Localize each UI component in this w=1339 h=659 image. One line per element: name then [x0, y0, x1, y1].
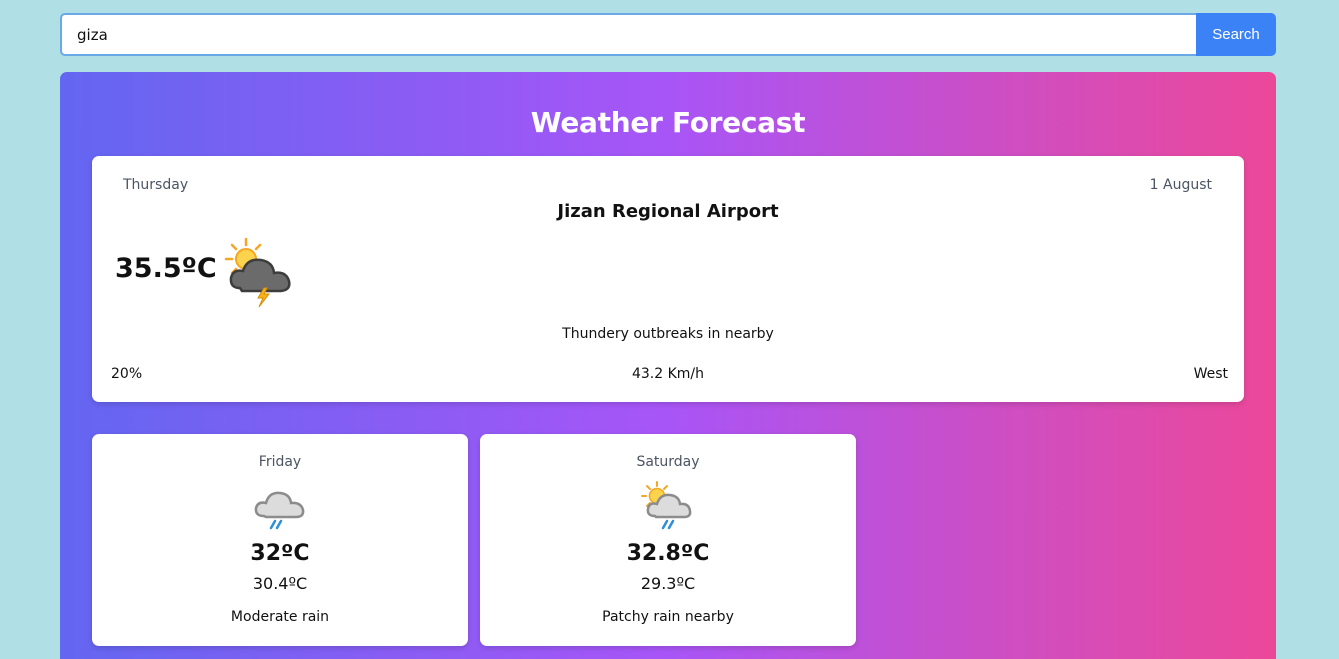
sun-cloud-thunder-icon — [220, 236, 298, 308]
today-card: Thursday 1 August Jizan Regional Airport… — [92, 156, 1244, 402]
search-button[interactable]: Search — [1196, 13, 1276, 56]
today-temperature: 35.5ºC — [115, 253, 217, 284]
sun-cloud-rain-icon — [637, 480, 699, 534]
forecast-card: Friday 32ºC 30.4ºC Moderate rain — [92, 434, 468, 646]
forecast-day: Friday — [258, 454, 302, 470]
forecast-day: Saturday — [636, 454, 700, 470]
wind-speed-value: 43.2 Km/h — [631, 366, 705, 382]
forecast-min-temp: 30.4ºC — [252, 574, 308, 593]
wind-direction-value: West — [1193, 366, 1228, 382]
location-name: Jizan Regional Airport — [557, 201, 779, 222]
today-date: 1 August — [1149, 177, 1212, 193]
search-input[interactable] — [60, 13, 1196, 56]
page-title: Weather Forecast — [530, 106, 806, 139]
forecast-panel: Weather Forecast Thursday 1 August Jizan… — [60, 72, 1276, 659]
today-condition: Thundery outbreaks in nearby — [562, 326, 774, 342]
forecast-condition: Patchy rain nearby — [602, 609, 734, 625]
today-day: Thursday — [123, 177, 189, 193]
forecast-min-temp: 29.3ºC — [640, 574, 696, 593]
forecast-max-temp: 32.8ºC — [626, 541, 710, 566]
forecast-max-temp: 32ºC — [250, 541, 310, 566]
forecast-card: Saturday 32.8ºC 29.3ºC Patchy rain nearb… — [480, 434, 856, 646]
search-bar: Search — [60, 13, 1276, 56]
cloud-rain-icon — [249, 480, 311, 534]
forecast-condition: Moderate rain — [230, 609, 330, 625]
